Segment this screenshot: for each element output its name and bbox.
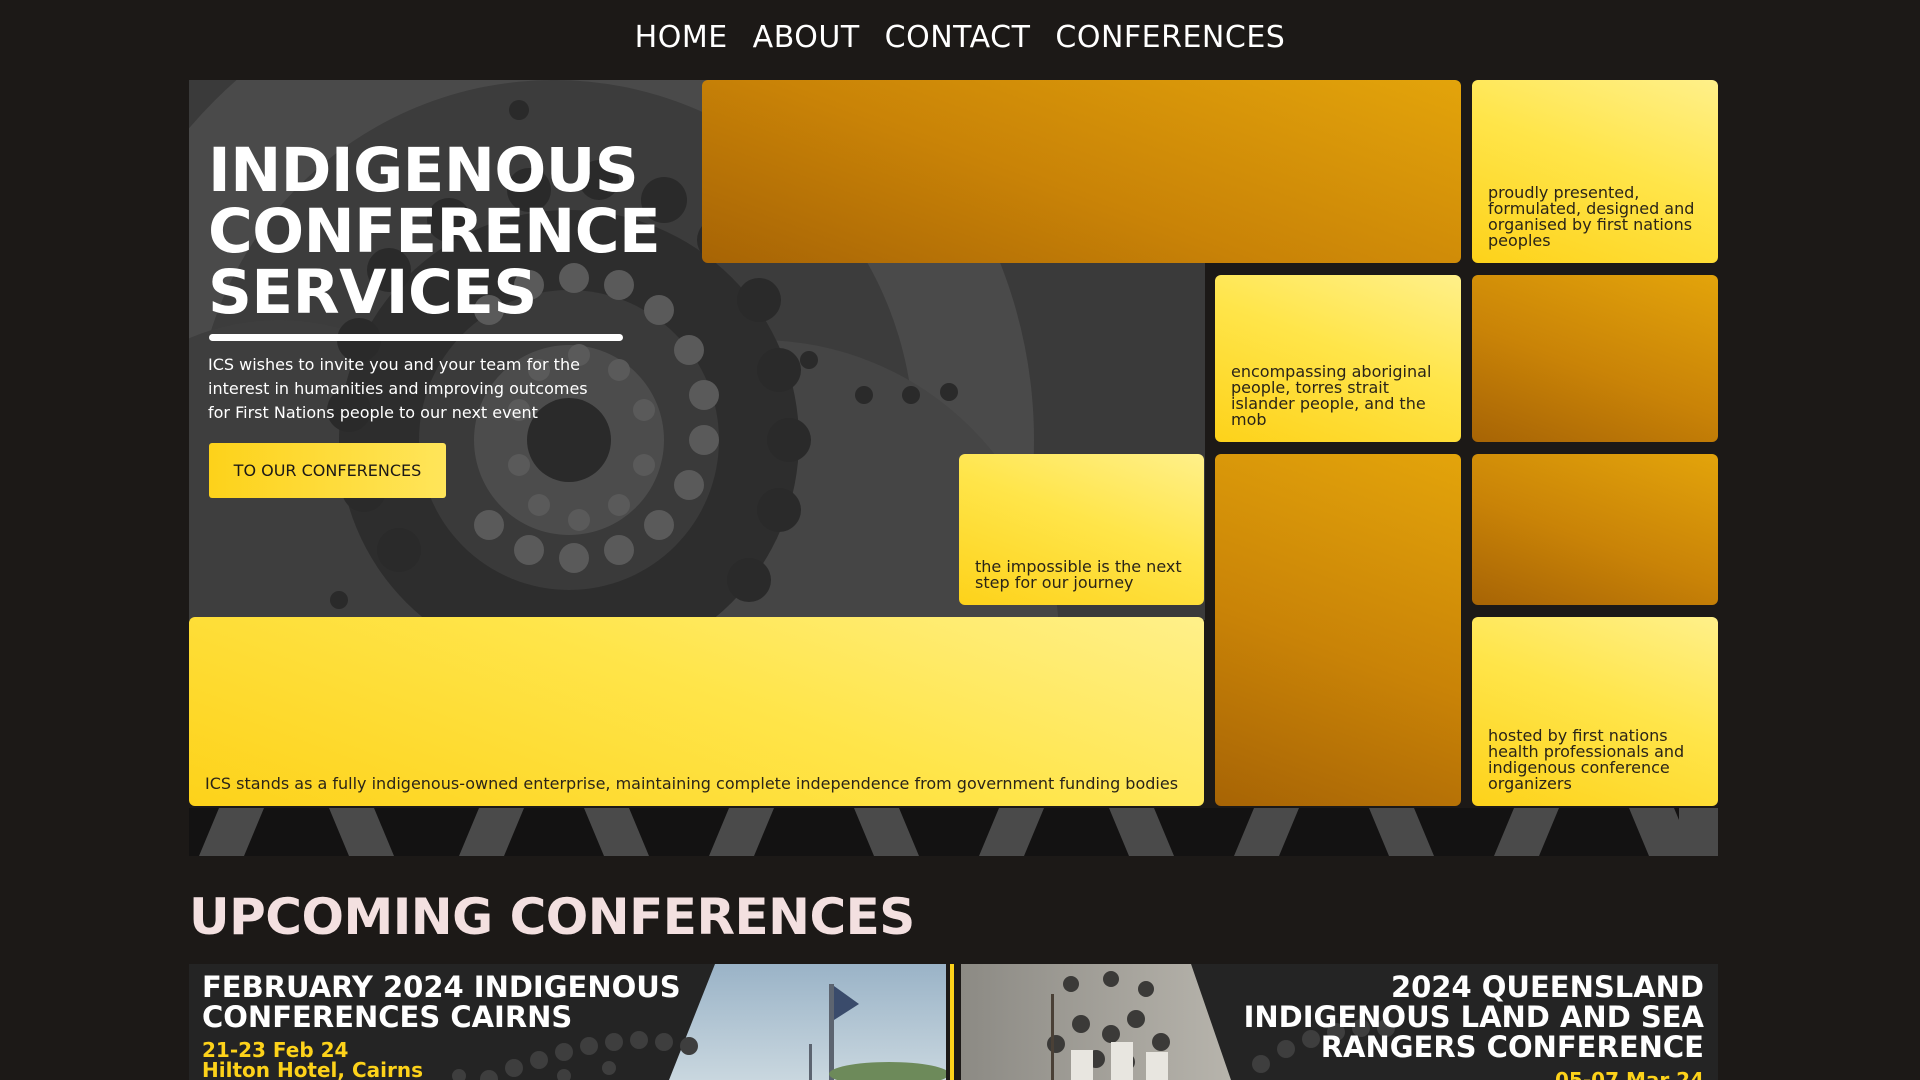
hero-section: INDIGENOUS CONFERENCE SERVICES ICS wishe… bbox=[189, 80, 1718, 806]
card-divider bbox=[950, 964, 954, 1080]
conference-card-venue: Hilton Hotel, Cairns bbox=[202, 1058, 424, 1080]
pattern-divider-strip bbox=[189, 808, 1718, 856]
tile-impossible-text: the impossible is the next step for our … bbox=[975, 557, 1182, 592]
gold-tile-right-lower bbox=[1472, 454, 1718, 605]
conference-card-title-line: INDIGENOUS LAND AND SEA bbox=[1243, 1000, 1704, 1034]
conference-card-title-line: FEBRUARY 2024 INDIGENOUS bbox=[202, 970, 681, 1004]
nav-conferences-link[interactable]: CONFERENCES bbox=[1055, 20, 1285, 55]
tile-hosted: hosted by first nations health professio… bbox=[1472, 617, 1718, 806]
tile-impossible: the impossible is the next step for our … bbox=[959, 454, 1204, 605]
conference-card-dates: 05-07 Mar 24 bbox=[1555, 1068, 1704, 1080]
to-conferences-button[interactable]: TO OUR CONFERENCES bbox=[209, 443, 446, 498]
conference-card-title-line: RANGERS CONFERENCE bbox=[1320, 1030, 1704, 1064]
hero-intro-text: ICS wishes to invite you and your team f… bbox=[208, 355, 588, 422]
zigzag-pattern bbox=[199, 808, 1718, 856]
conference-card-cairns[interactable]: FEBRUARY 2024 INDIGENOUS CONFERENCES CAI… bbox=[189, 964, 946, 1080]
tile-encompassing: encompassing aboriginal people, torres s… bbox=[1215, 275, 1461, 442]
conference-card-rangers[interactable]: 2024 QUEENSLAND INDIGENOUS LAND AND SEA … bbox=[961, 964, 1718, 1080]
hero-divider bbox=[209, 334, 623, 341]
nav-contact-link[interactable]: CONTACT bbox=[885, 20, 1031, 55]
tile-presented: proudly presented, formulated, designed … bbox=[1472, 80, 1718, 263]
upcoming-conferences-heading: UPCOMING CONFERENCES bbox=[189, 888, 915, 946]
tile-independent: ICS stands as a fully indigenous-owned e… bbox=[189, 617, 1204, 806]
tile-encompassing-text: encompassing aboriginal people, torres s… bbox=[1231, 362, 1432, 429]
gold-tile-right-mid bbox=[1472, 275, 1718, 442]
conference-card-title-line: 2024 QUEENSLAND bbox=[1390, 970, 1704, 1004]
conference-card-title: FEBRUARY 2024 INDIGENOUS CONFERENCES CAI… bbox=[202, 972, 681, 1032]
nav-home-link[interactable]: HOME bbox=[635, 20, 728, 55]
hero-title-line: SERVICES bbox=[208, 257, 537, 328]
tile-independent-text: ICS stands as a fully indigenous-owned e… bbox=[205, 774, 1179, 793]
conference-card-title: 2024 QUEENSLAND INDIGENOUS LAND AND SEA … bbox=[1244, 972, 1704, 1062]
gold-tile-wide-top bbox=[702, 80, 1461, 263]
gold-tile-tall bbox=[1215, 454, 1461, 806]
main-nav: HOME ABOUT CONTACT CONFERENCES bbox=[0, 20, 1920, 55]
tile-presented-text: proudly presented, formulated, designed … bbox=[1488, 183, 1695, 250]
nav-about-link[interactable]: ABOUT bbox=[753, 20, 860, 55]
conference-card-dates: 21-23 Feb 24 bbox=[202, 1038, 349, 1062]
conference-card-title-line: CONFERENCES CAIRNS bbox=[202, 1000, 573, 1034]
tile-hosted-text: hosted by first nations health professio… bbox=[1488, 726, 1685, 793]
hero-title: INDIGENOUS CONFERENCE SERVICES bbox=[208, 140, 661, 323]
